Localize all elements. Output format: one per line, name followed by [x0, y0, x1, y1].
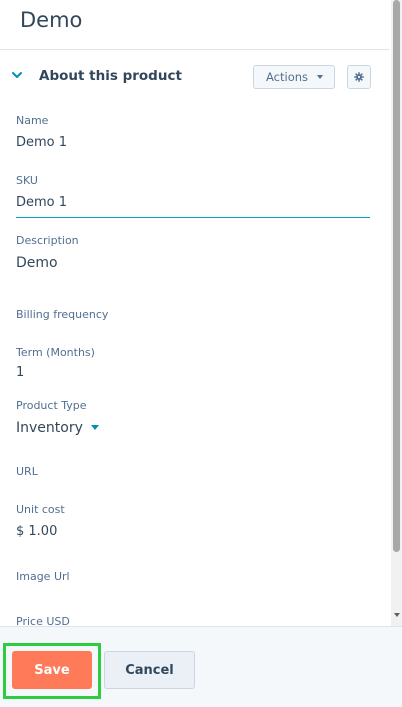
- field-value-name[interactable]: Demo 1: [16, 134, 370, 152]
- field-value-description[interactable]: Demo: [16, 254, 370, 272]
- sku-focus-underline: [16, 217, 370, 218]
- product-edit-page: Demo About this product Actions Name Dem…: [0, 0, 402, 707]
- product-type-select[interactable]: Inventory: [16, 419, 370, 437]
- cancel-button[interactable]: Cancel: [104, 651, 195, 689]
- caret-down-icon: [317, 75, 323, 79]
- field-label-product-type: Product Type: [16, 399, 87, 412]
- section-header-about[interactable]: About this product Actions: [0, 52, 390, 102]
- gear-icon: [354, 72, 364, 82]
- settings-button[interactable]: [347, 65, 371, 89]
- product-type-value: Inventory: [16, 420, 83, 436]
- field-label-price-usd: Price USD: [16, 615, 70, 626]
- field-term-months[interactable]: Term (Months) 1: [16, 346, 370, 382]
- save-button[interactable]: Save: [12, 651, 92, 689]
- field-product-type[interactable]: Product Type Inventory: [16, 399, 370, 437]
- chevron-down-icon[interactable]: [11, 69, 23, 81]
- field-billing-frequency[interactable]: Billing frequency: [16, 308, 370, 322]
- field-url[interactable]: URL: [16, 465, 370, 479]
- field-sku[interactable]: SKU Demo 1: [16, 174, 370, 218]
- field-value-term-months[interactable]: 1: [16, 364, 370, 382]
- field-label-sku: SKU: [16, 174, 38, 187]
- field-label-unit-cost: Unit cost: [16, 503, 65, 516]
- field-label-url: URL: [16, 465, 38, 478]
- section-title: About this product: [39, 68, 182, 84]
- field-name[interactable]: Name Demo 1: [16, 114, 370, 152]
- field-label-term-months: Term (Months): [16, 346, 95, 359]
- form-footer: Save Cancel: [0, 626, 402, 707]
- field-description[interactable]: Description Demo: [16, 234, 370, 272]
- field-unit-cost[interactable]: Unit cost $ 1.00: [16, 503, 370, 541]
- caret-down-icon: [90, 424, 99, 430]
- field-price-usd[interactable]: Price USD: [16, 615, 370, 626]
- panel-header: Demo: [0, 0, 390, 50]
- field-label-image-url: Image Url: [16, 570, 70, 583]
- scrollbar-thumb[interactable]: [393, 0, 400, 552]
- product-panel: Demo About this product Actions Name Dem…: [0, 0, 390, 626]
- scroll-down-arrow-icon[interactable]: [394, 613, 400, 617]
- field-label-name: Name: [16, 114, 49, 127]
- page-title: Demo: [20, 8, 83, 32]
- field-label-billing-frequency: Billing frequency: [16, 308, 109, 321]
- scrollbar[interactable]: [391, 0, 402, 626]
- actions-dropdown-button[interactable]: Actions: [253, 65, 335, 89]
- field-value-unit-cost[interactable]: $ 1.00: [16, 523, 370, 541]
- field-image-url[interactable]: Image Url: [16, 570, 370, 584]
- actions-label: Actions: [266, 70, 309, 84]
- field-label-description: Description: [16, 234, 79, 247]
- sku-input[interactable]: Demo 1: [16, 194, 370, 212]
